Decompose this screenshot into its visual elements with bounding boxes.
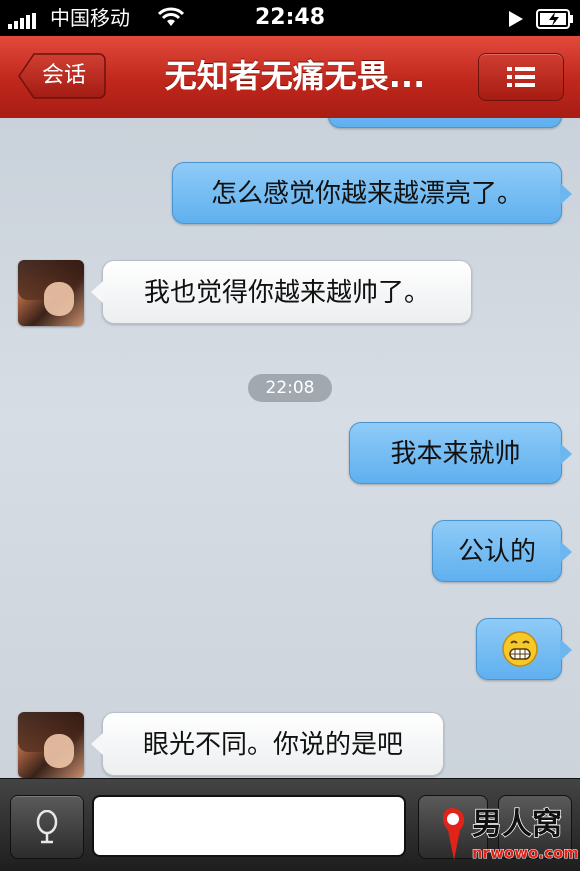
message-bubble-outgoing[interactable] [476,618,572,680]
message-input[interactable] [92,795,406,857]
message-text: 我本来就帅 [390,439,521,469]
grin-emoji-icon [502,631,538,667]
play-icon [507,10,525,32]
svg-text:男人窝: 男人窝 [472,807,562,842]
microphone-icon [36,810,58,844]
battery-icon [536,9,574,33]
list-icon [507,67,535,87]
chat-area[interactable]: 怎么感觉你越来越漂亮了。 我也觉得你越来越帅了。 22:08 我本来就帅 公认的 [0,118,580,778]
back-label: 会话 [42,63,87,88]
message-bubble-outgoing[interactable]: 怎么感觉你越来越漂亮了。 [172,162,572,224]
status-bar: 中国移动 22:48 [0,0,580,36]
voice-button[interactable] [10,795,84,859]
message-text: 我也觉得你越来越帅了。 [143,278,430,308]
contact-avatar[interactable] [18,260,84,326]
timestamp-badge: 22:08 [248,374,332,402]
message-bubble-partial[interactable] [328,118,562,128]
nav-bar: 会话 无知者无痛无畏... [0,36,580,119]
message-text: 怎么感觉你越来越漂亮了。 [210,179,523,209]
message-bubble-outgoing[interactable]: 公认的 [432,520,572,582]
message-bubble-outgoing[interactable]: 我本来就帅 [349,422,572,484]
message-text: 公认的 [457,537,536,567]
message-text: 眼光不同。你说的是吧 [142,730,403,760]
chat-title: 无知者无痛无畏... [164,57,426,95]
back-button[interactable]: 会话 [18,53,106,99]
svg-text:nrwowo.com: nrwowo.com [472,844,578,862]
message-bubble-incoming[interactable]: 眼光不同。你说的是吧 [91,712,444,776]
site-watermark-logo: 男人窝 nrwowo.com [443,806,578,863]
menu-button[interactable] [478,53,564,101]
contact-avatar[interactable] [18,712,84,778]
clock: 22:48 [254,5,326,30]
message-bubble-incoming[interactable]: 我也觉得你越来越帅了。 [91,260,472,324]
